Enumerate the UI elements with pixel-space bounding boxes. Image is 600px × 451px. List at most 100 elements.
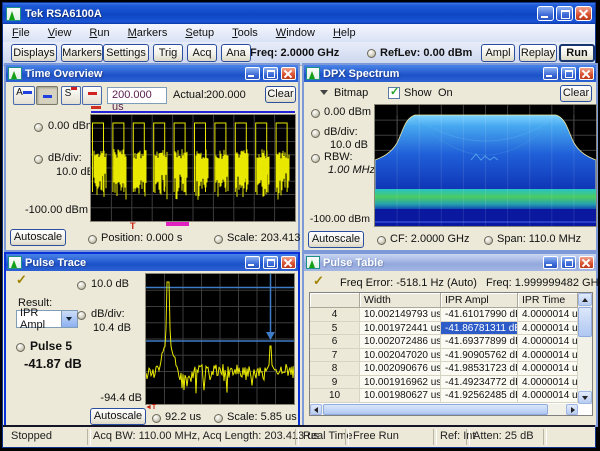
time-overview-plot[interactable]	[90, 114, 296, 222]
close-button[interactable]	[575, 6, 592, 21]
show-checkbox[interactable]	[388, 87, 400, 99]
minimize-button[interactable]	[245, 67, 260, 80]
close-icon[interactable]	[579, 67, 594, 80]
cell-num[interactable]: 6	[310, 335, 360, 349]
clear-button[interactable]: Clear	[560, 85, 592, 102]
column-header-rownum[interactable]	[310, 293, 360, 308]
position-readout[interactable]: Position: 0.000 s	[101, 232, 182, 244]
column-header-Width[interactable]: Width	[360, 293, 441, 308]
cell-ipr_ampl[interactable]: -41.86781311 dB	[441, 322, 518, 336]
cell-ipr_time[interactable]: 4.0000014 u	[518, 308, 578, 322]
menu-item-markers[interactable]: Markers	[119, 25, 177, 41]
spectrum-length-auto-button[interactable]: S	[61, 86, 81, 105]
cf-readout[interactable]: CF: 2.0000 GHz	[390, 233, 469, 245]
menu-item-help[interactable]: Help	[324, 25, 365, 41]
minimize-button[interactable]	[543, 67, 558, 80]
cell-ipr_time[interactable]: 4.0000014 u	[518, 362, 578, 376]
menu-item-view[interactable]: View	[39, 25, 81, 41]
restore-button[interactable]	[556, 6, 573, 21]
cf-knob-icon[interactable]	[377, 236, 386, 245]
rbw-knob-icon[interactable]	[311, 154, 320, 163]
minimize-button[interactable]	[245, 256, 260, 269]
close-icon[interactable]	[281, 256, 296, 269]
column-header-IPR Ampl[interactable]: IPR Ampl	[441, 293, 518, 308]
table-row[interactable]: 410.002149793 us-41.61017990 dB4.0000014…	[310, 308, 592, 322]
freq-readout[interactable]: Freq: 2.0000 GHz	[250, 47, 339, 59]
table-row[interactable]: 810.002090676 us-41.98531723 dB4.0000014…	[310, 362, 592, 376]
scroll-left-button[interactable]	[310, 404, 322, 416]
cell-width[interactable]: 10.001972441 us	[360, 322, 441, 336]
scroll-right-button[interactable]	[566, 404, 578, 416]
horizontal-scroll-thumb[interactable]	[323, 404, 548, 416]
reflevel-knob-icon[interactable]	[34, 123, 43, 132]
cell-ipr_time[interactable]: 4.0000014 u	[518, 376, 578, 390]
analysis-length-input[interactable]: 200.000 us	[107, 87, 167, 104]
autoscale-button[interactable]: Autoscale	[10, 229, 66, 246]
cell-width[interactable]: 10.002149793 us	[360, 308, 441, 322]
maximize-button[interactable]	[263, 67, 278, 80]
reflev-knob-icon[interactable]	[367, 49, 376, 58]
toolbar-button-markers[interactable]: Markers	[61, 44, 103, 62]
table-row[interactable]: 910.001916962 us-41.49234772 dB4.0000014…	[310, 376, 592, 390]
table-row[interactable]: 1010.001980627 us-41.92562485 dB4.000001…	[310, 389, 592, 403]
vertical-scrollbar[interactable]	[578, 293, 592, 404]
toolbar-button-replay[interactable]: Replay	[519, 44, 557, 62]
toolbar-button-acq[interactable]: Acq	[187, 44, 217, 62]
position-knob-icon[interactable]	[152, 414, 161, 423]
maximize-button[interactable]	[561, 67, 576, 80]
maximize-button[interactable]	[263, 256, 278, 269]
span-readout[interactable]: Span: 110.0 MHz	[497, 233, 581, 245]
cell-num[interactable]: 4	[310, 308, 360, 322]
result-combobox[interactable]: IPR Ampl	[16, 310, 78, 328]
cell-ipr_ampl[interactable]: -41.90905762 dB	[441, 349, 518, 363]
autoscale-button[interactable]: Autoscale	[90, 408, 146, 425]
cell-ipr_time[interactable]: 4.0000014 u	[518, 322, 578, 336]
toolbar-button-ana[interactable]: Ana	[221, 44, 251, 62]
reflevel-knob-icon[interactable]	[311, 109, 320, 118]
toolbar-button-trig[interactable]: Trig	[153, 44, 183, 62]
position-readout[interactable]: 92.2 us	[165, 411, 201, 423]
menu-item-file[interactable]: File	[3, 25, 39, 41]
column-header-IPR Time[interactable]: IPR Time	[518, 293, 578, 308]
cell-width[interactable]: 10.001916962 us	[360, 376, 441, 390]
chevron-down-icon[interactable]	[320, 90, 328, 95]
toolbar-button-run[interactable]: Run	[559, 44, 595, 62]
cell-ipr_time[interactable]: 4.0000014 u	[518, 349, 578, 363]
menu-item-window[interactable]: Window	[267, 25, 324, 41]
toolbar-button-ampl[interactable]: Ampl	[481, 44, 515, 62]
cell-width[interactable]: 10.002072486 us	[360, 335, 441, 349]
dbdiv-knob-icon[interactable]	[34, 155, 43, 164]
cell-ipr_ampl[interactable]: -41.98531723 dB	[441, 362, 518, 376]
dbdiv-knob-icon[interactable]	[77, 311, 86, 320]
scale-knob-icon[interactable]	[214, 235, 223, 244]
cell-num[interactable]: 5	[310, 322, 360, 336]
table-row[interactable]: 610.002072486 us-41.69377899 dB4.0000014…	[310, 335, 592, 349]
cell-ipr_ampl[interactable]: -41.69377899 dB	[441, 335, 518, 349]
cell-num[interactable]: 7	[310, 349, 360, 363]
trace-type-label[interactable]: Bitmap	[334, 87, 368, 99]
dbdiv-knob-icon[interactable]	[311, 129, 320, 138]
minimize-button[interactable]	[543, 256, 558, 269]
close-icon[interactable]	[281, 67, 296, 80]
analysis-length-manual-button[interactable]	[36, 86, 58, 105]
reflev-readout[interactable]: RefLev: 0.00 dBm	[380, 47, 472, 59]
cell-ipr_ampl[interactable]: -41.92562485 dB	[441, 389, 518, 403]
dpx-bitmap-plot[interactable]	[374, 104, 597, 227]
horizontal-scrollbar[interactable]	[310, 404, 578, 416]
spectrum-length-manual-button[interactable]	[82, 86, 102, 105]
scale-knob-icon[interactable]	[214, 414, 223, 423]
cell-ipr_time[interactable]: 4.0000014 u	[518, 389, 578, 403]
minimize-button[interactable]	[537, 6, 554, 21]
pulse-select-knob-icon[interactable]	[16, 343, 25, 352]
reflevel-knob-icon[interactable]	[77, 281, 86, 290]
clear-button[interactable]: Clear	[265, 86, 296, 103]
scroll-up-button[interactable]	[578, 293, 592, 306]
pulse-number[interactable]: Pulse 5	[30, 339, 72, 353]
cell-ipr_ampl[interactable]: -41.61017990 dB	[441, 308, 518, 322]
table-row[interactable]: 510.001972441 us-41.86781311 dB4.0000014…	[310, 322, 592, 336]
cell-width[interactable]: 10.002090676 us	[360, 362, 441, 376]
maximize-button[interactable]	[561, 256, 576, 269]
spectrum-time-bar[interactable]	[166, 222, 189, 226]
toolbar-button-displays[interactable]: Displays	[11, 44, 57, 62]
position-knob-icon[interactable]	[88, 235, 97, 244]
